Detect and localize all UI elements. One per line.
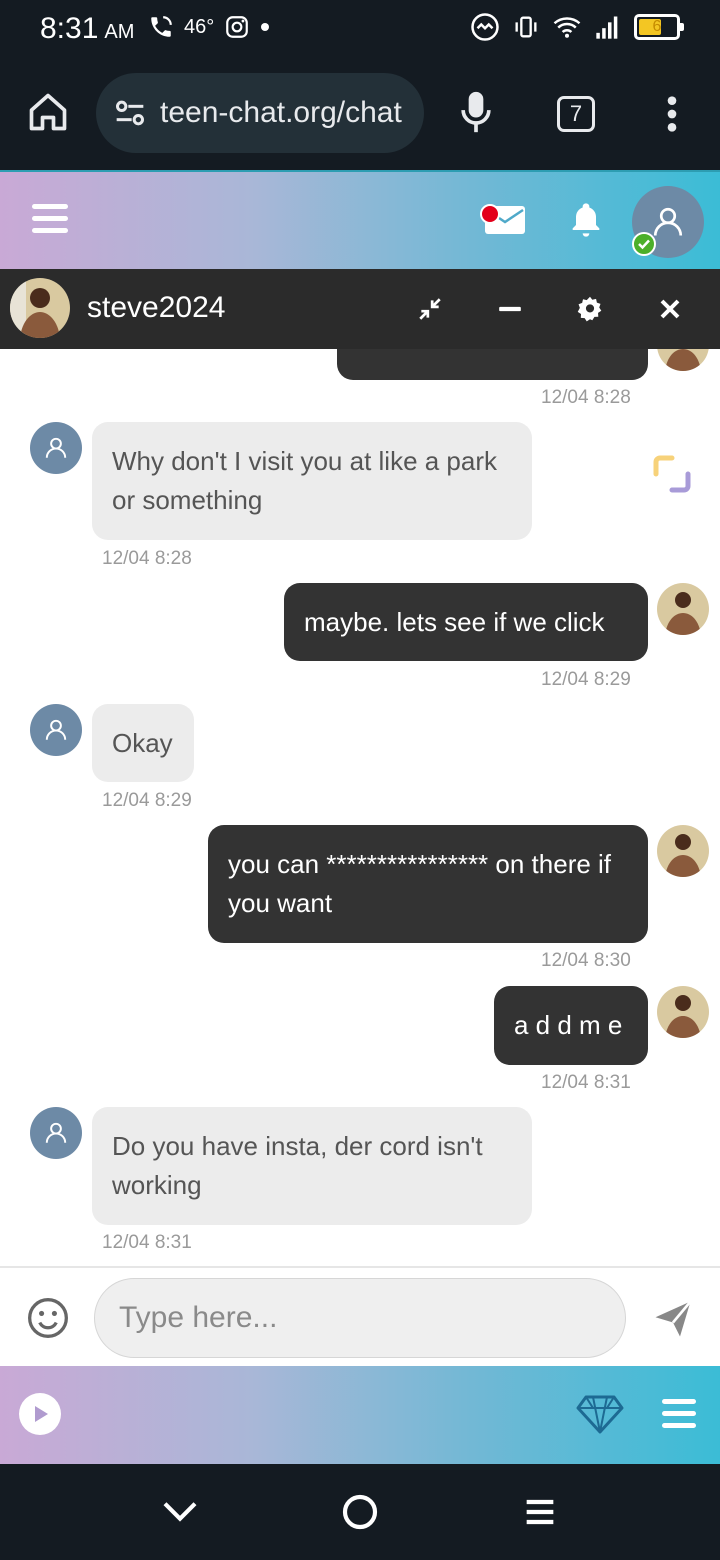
message-bubble-incoming[interactable]: Okay	[92, 704, 194, 782]
mic-icon[interactable]	[458, 90, 494, 134]
message-text: Why don't I visit you at like a park or …	[112, 446, 498, 515]
gear-icon	[577, 296, 602, 322]
status-icons-left: 46°	[148, 14, 270, 40]
message-bubble-incoming[interactable]: Why don't I visit you at like a park or …	[92, 422, 532, 540]
wifi-icon	[553, 17, 581, 38]
site-settings-icon[interactable]	[110, 93, 150, 133]
sender-avatar	[657, 986, 709, 1038]
minus-icon	[499, 306, 521, 312]
system-navigation-bar	[0, 1464, 720, 1560]
shrink-button[interactable]	[414, 293, 446, 325]
home-icon[interactable]	[26, 90, 70, 134]
sender-avatar	[30, 704, 82, 756]
user-icon	[45, 719, 67, 740]
contact-avatar[interactable]	[10, 278, 70, 338]
chat-settings-button[interactable]	[574, 293, 606, 325]
message-composer	[0, 1266, 720, 1366]
sender-avatar	[657, 349, 709, 371]
play-button[interactable]	[19, 1393, 61, 1435]
message-text: a d d m e	[514, 1010, 623, 1040]
recents-icon[interactable]	[520, 1492, 560, 1532]
chat-header: steve2024	[0, 269, 720, 349]
url-bar[interactable]: teen-chat.org/chat	[96, 73, 424, 153]
message-time: 12/04 8:28	[541, 387, 631, 408]
message-time: 12/04 8:30	[541, 950, 631, 971]
user-icon	[653, 207, 683, 236]
message-text: Okay	[112, 728, 173, 758]
message-bubble-outgoing[interactable]: maybe. lets see if we click	[284, 583, 648, 661]
close-icon	[660, 299, 680, 319]
mail-notification-badge	[480, 204, 500, 224]
message-time: 12/04 8:29	[102, 790, 192, 811]
message-bubble-outgoing[interactable]	[337, 349, 648, 380]
close-chat-button[interactable]	[654, 293, 686, 325]
online-status-badge	[632, 232, 656, 256]
signal-icon	[596, 16, 618, 39]
hotspot-icon	[471, 13, 499, 41]
check-icon	[638, 239, 650, 250]
notification-dot-icon	[261, 23, 270, 31]
bell-icon[interactable]	[566, 200, 606, 240]
app-header	[0, 170, 720, 270]
message-bubble-outgoing[interactable]: you can **************** on there if you…	[208, 825, 648, 943]
instagram-icon	[226, 16, 249, 38]
sender-avatar	[657, 583, 709, 635]
minimize-arrows-icon	[419, 298, 441, 320]
user-icon	[45, 1122, 67, 1143]
battery-icon: 6	[634, 14, 684, 40]
message-time: 12/04 8:31	[541, 1072, 631, 1093]
menu-icon[interactable]	[662, 1399, 696, 1429]
message-bubble-incoming[interactable]: Do you have insta, der cord isn't workin…	[92, 1107, 532, 1225]
status-icons-right: 6	[470, 12, 684, 42]
menu-icon[interactable]	[32, 204, 68, 234]
back-chevron-icon[interactable]	[160, 1492, 200, 1532]
more-icon[interactable]	[660, 94, 684, 134]
message-bubble-outgoing[interactable]: a d d m e	[494, 986, 648, 1065]
message-text: maybe. lets see if we click	[304, 607, 605, 637]
message-time: 12/04 8:31	[102, 1232, 192, 1253]
emoji-icon[interactable]	[26, 1296, 70, 1340]
url-text[interactable]: teen-chat.org/chat	[160, 96, 416, 130]
contact-name: steve2024	[87, 291, 226, 324]
sender-avatar	[30, 422, 82, 474]
loading-icon	[653, 455, 691, 493]
sender-avatar	[30, 1107, 82, 1159]
message-time: 12/04 8:28	[102, 548, 192, 569]
status-time: 8:31 AM	[40, 12, 134, 46]
status-bar: 8:31 AM 46° 6	[0, 0, 720, 60]
vibrate-icon	[515, 16, 537, 38]
minimize-button[interactable]	[494, 293, 526, 325]
tab-switcher-button[interactable]: 7	[557, 96, 595, 132]
temperature-text: 46°	[184, 15, 215, 38]
play-icon	[35, 1406, 48, 1422]
battery-level: 6	[652, 18, 662, 35]
tab-count: 7	[569, 101, 583, 126]
time-value: 8:31	[40, 12, 99, 45]
diamond-icon[interactable]	[576, 1394, 624, 1434]
home-circle-icon[interactable]	[340, 1492, 380, 1532]
message-input[interactable]	[94, 1278, 626, 1358]
message-list[interactable]: 12/04 8:28 Why don't I visit you at like…	[0, 349, 720, 1266]
send-icon[interactable]	[652, 1298, 694, 1340]
message-time: 12/04 8:29	[541, 669, 631, 690]
user-icon	[45, 437, 67, 458]
message-text: Do you have insta, der cord isn't workin…	[112, 1131, 483, 1200]
bottom-app-bar	[0, 1366, 720, 1464]
sender-avatar	[657, 825, 709, 877]
time-ampm: AM	[104, 21, 135, 43]
browser-toolbar: teen-chat.org/chat 7	[0, 60, 720, 170]
phone-wifi-icon	[151, 16, 172, 37]
message-text: you can **************** on there if you…	[228, 849, 612, 918]
